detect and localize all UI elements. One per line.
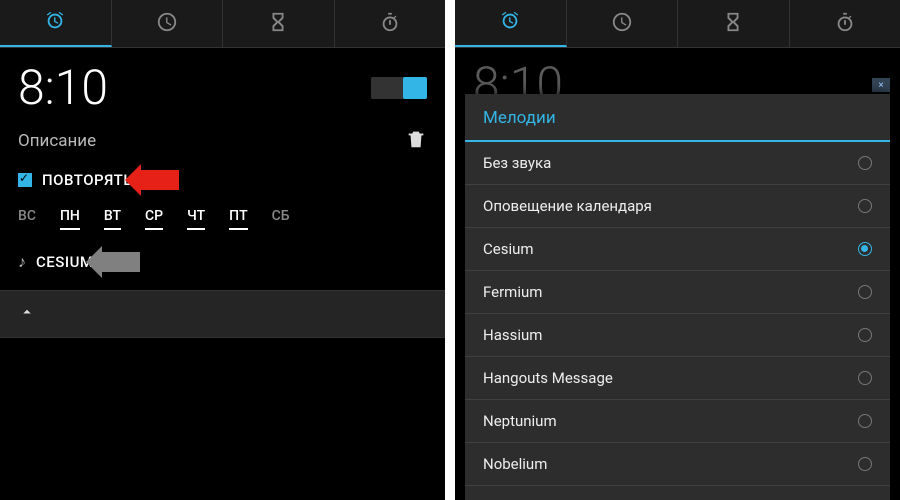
- radio-icon: [858, 414, 872, 428]
- repeat-checkbox[interactable]: [18, 173, 32, 187]
- tab-stopwatch-r[interactable]: [790, 0, 900, 47]
- alarm-time[interactable]: 8:10: [18, 64, 108, 112]
- melody-label: Cesium: [483, 240, 534, 258]
- alarm-icon: [44, 10, 66, 36]
- stopwatch-icon: [379, 11, 401, 37]
- melody-label: Neptunium: [483, 412, 557, 430]
- day-sun[interactable]: ВС: [18, 208, 36, 230]
- melody-item[interactable]: Cesium: [465, 228, 890, 271]
- trash-icon[interactable]: [405, 128, 427, 154]
- alarm-icon: [499, 10, 521, 36]
- day-tue[interactable]: ВТ: [104, 208, 121, 230]
- melody-label: Hangouts Message: [483, 369, 613, 387]
- melody-label: Hassium: [483, 326, 542, 344]
- melody-item[interactable]: Nobelium: [465, 443, 890, 486]
- melody-item[interactable]: Neptunium: [465, 400, 890, 443]
- melody-item[interactable]: Hangouts Message: [465, 357, 890, 400]
- toggle-knob: [403, 77, 427, 99]
- dialog-title: Мелодии: [465, 94, 890, 142]
- radio-icon: [858, 285, 872, 299]
- melody-label: Без звука: [483, 154, 551, 172]
- tabbar-right: [455, 0, 900, 48]
- day-wed[interactable]: СР: [145, 208, 163, 230]
- grey-arrow-annotation: [102, 252, 140, 272]
- hourglass-icon: [267, 11, 289, 37]
- day-fri[interactable]: ПТ: [229, 208, 247, 230]
- melody-list: Без звука Оповещение календаря Cesium Fe…: [465, 142, 890, 500]
- ringtone-row[interactable]: ♪ CESIUM: [18, 252, 427, 272]
- stopwatch-icon: [834, 11, 856, 37]
- radio-icon: [858, 156, 872, 170]
- melody-item[interactable]: Без звука: [465, 142, 890, 185]
- melody-label: Nobelium: [483, 455, 547, 473]
- melody-item[interactable]: Оповещение календаря: [465, 185, 890, 228]
- melody-label: Fermium: [483, 283, 542, 301]
- tabbar: [0, 0, 445, 48]
- hourglass-icon: [722, 11, 744, 37]
- radio-icon: [858, 328, 872, 342]
- day-thu[interactable]: ЧТ: [187, 208, 205, 230]
- tab-timer[interactable]: [223, 0, 335, 47]
- days-row: ВС ПН ВТ СР ЧТ ПТ СБ: [18, 208, 427, 230]
- day-sat[interactable]: СБ: [272, 208, 290, 230]
- day-mon[interactable]: ПН: [60, 208, 80, 230]
- melody-item[interactable]: Osmium: [465, 486, 890, 500]
- alarm-toggle[interactable]: [371, 77, 427, 99]
- music-note-icon: ♪: [18, 252, 26, 272]
- tab-alarm[interactable]: [0, 0, 112, 47]
- tab-timer-r[interactable]: [678, 0, 790, 47]
- tab-alarm-r[interactable]: [455, 0, 567, 47]
- tab-clock[interactable]: [112, 0, 224, 47]
- right-screen: 8:10 × Мелодии Без звука Оповещение кале…: [455, 0, 900, 500]
- tab-clock-r[interactable]: [567, 0, 679, 47]
- melody-item[interactable]: Hassium: [465, 314, 890, 357]
- radio-icon: [858, 457, 872, 471]
- red-arrow-annotation: [141, 170, 179, 190]
- alarm-detail: 8:10 Описание ПОВТОРЯТЬ ВС ПН ВТ СР ЧТ П…: [0, 48, 445, 346]
- melody-label: Оповещение календаря: [483, 197, 652, 215]
- tab-stopwatch[interactable]: [335, 0, 446, 47]
- radio-icon: [858, 371, 872, 385]
- chevron-up-icon[interactable]: [18, 306, 36, 325]
- radio-icon-selected: [858, 242, 872, 256]
- radio-icon: [858, 199, 872, 213]
- melody-item[interactable]: Fermium: [465, 271, 890, 314]
- close-icon[interactable]: ×: [872, 78, 890, 92]
- ringtone-dialog: Мелодии Без звука Оповещение календаря C…: [465, 94, 890, 500]
- repeat-label: ПОВТОРЯТЬ: [42, 171, 133, 189]
- clock-icon: [611, 11, 633, 37]
- left-screen: 8:10 Описание ПОВТОРЯТЬ ВС ПН ВТ СР ЧТ П…: [0, 0, 445, 500]
- description-field[interactable]: Описание: [18, 131, 96, 151]
- clock-icon: [156, 11, 178, 37]
